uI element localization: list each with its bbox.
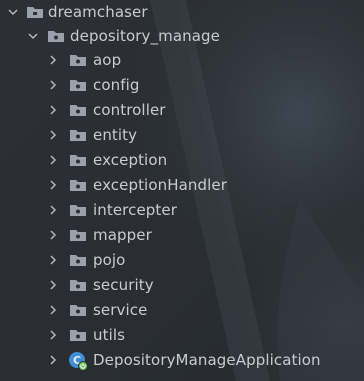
tree-row-label: utils [93,326,126,344]
tree-row-package[interactable]: depository_manage [0,24,364,49]
package-folder-icon [70,80,86,91]
tree-row-label: exception [93,151,168,169]
tree-row-security[interactable]: security [0,273,364,298]
tree-row-aop[interactable]: aop [0,48,364,73]
tree-row-label: controller [93,101,166,119]
chevron-right-icon[interactable] [46,178,60,192]
spring-boot-class-icon: C [69,352,88,371]
chevron-right-icon[interactable] [46,253,60,267]
chevron-right-icon[interactable] [46,78,60,92]
chevron-down-icon[interactable] [26,29,40,43]
tree-row-label: mapper [93,226,152,244]
tree-row-label: aop [93,51,122,69]
package-folder-icon [70,105,86,116]
tree-row-controller[interactable]: controller [0,98,364,123]
package-folder-icon [70,330,86,341]
chevron-right-icon[interactable] [46,203,60,217]
package-folder-icon [70,230,86,241]
tree-row-label: DepositoryManageApplication [93,351,321,369]
tree-row-label: security [93,276,154,294]
package-folder-icon [70,205,86,216]
folder-icon [27,7,43,18]
tree-row-exceptionhandler[interactable]: exceptionHandler [0,173,364,198]
chevron-right-icon[interactable] [46,128,60,142]
package-folder-icon [70,55,86,66]
tree-row-pojo[interactable]: pojo [0,248,364,273]
chevron-right-icon[interactable] [46,328,60,342]
tree-row-root[interactable]: dreamchaser [0,0,364,25]
tree-row-label: exceptionHandler [93,176,227,194]
package-folder-icon [48,31,64,42]
tree-row-config[interactable]: config [0,73,364,98]
tree-row-label: intercepter [93,201,177,219]
tree-row-entity[interactable]: entity [0,123,364,148]
chevron-right-icon[interactable] [46,303,60,317]
tree-row-intercepter[interactable]: intercepter [0,198,364,223]
chevron-right-icon[interactable] [46,278,60,292]
chevron-right-icon[interactable] [46,103,60,117]
chevron-right-icon[interactable] [46,353,60,367]
chevron-right-icon[interactable] [46,53,60,67]
tree-row-label: entity [93,126,138,144]
package-folder-icon [70,280,86,291]
chevron-down-icon[interactable] [6,5,20,19]
chevron-right-icon[interactable] [46,153,60,167]
tree-row-label: service [93,301,148,319]
tree-row-exception[interactable]: exception [0,148,364,173]
tree-row-label: depository_manage [70,27,220,45]
chevron-right-icon[interactable] [46,228,60,242]
package-folder-icon [70,255,86,266]
tree-row-label: dreamchaser [48,3,148,21]
tree-row-label: config [93,76,140,94]
package-folder-icon [70,180,86,191]
tree-row-label: pojo [93,251,126,269]
package-folder-icon [70,305,86,316]
package-folder-icon [70,155,86,166]
project-tree: dreamchaser depository_manage aop config… [0,0,364,381]
tree-row-mapper[interactable]: mapper [0,223,364,248]
tree-row-service[interactable]: service [0,298,364,323]
tree-row-depositorymanageapplication[interactable]: C DepositoryManageApplication [0,348,364,373]
package-folder-icon [70,130,86,141]
tree-row-utils[interactable]: utils [0,323,364,348]
